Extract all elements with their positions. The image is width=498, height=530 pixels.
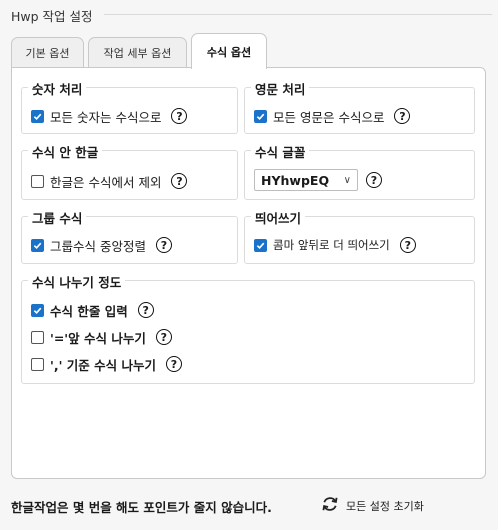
- group-title: 띄어쓰기: [251, 208, 306, 227]
- option-row: 그룹수식 중앙정렬 ?: [31, 235, 172, 255]
- help-icon[interactable]: ?: [165, 356, 182, 372]
- group-title: 숫자 처리: [28, 79, 87, 98]
- equation-font-select[interactable]: HYhwpEQ ∨: [254, 169, 358, 191]
- selected-font: HYhwpEQ: [261, 172, 330, 188]
- group-title: 수식 안 한글: [28, 142, 103, 161]
- help-icon[interactable]: ?: [137, 302, 154, 318]
- tab-basic-options[interactable]: 기본 옵션: [11, 37, 84, 68]
- option-row: 모든 숫자는 수식으로 ?: [31, 106, 188, 126]
- option-label: 한글은 수식에서 제외: [50, 174, 162, 190]
- group-title: 수식 나누기 정도: [28, 272, 126, 291]
- option-label: 그룹수식 중앙정렬: [50, 238, 146, 254]
- option-label: 콤마 앞뒤로 더 띄어쓰기: [273, 238, 390, 252]
- exclude-korean-checkbox[interactable]: [31, 174, 44, 188]
- refresh-icon: [320, 494, 340, 518]
- tab-equation-options[interactable]: 수식 옵션: [191, 33, 267, 69]
- option-row: 한글은 수식에서 제외 ?: [31, 171, 188, 191]
- frame-divider: [104, 14, 492, 15]
- comma-spacing-checkbox[interactable]: [254, 238, 267, 252]
- group-equation-font: 수식 글꼴 HYhwpEQ ∨ ?: [244, 142, 475, 200]
- option-label: '='앞 수식 나누기: [50, 330, 146, 346]
- option-label: 모든 숫자는 수식으로: [50, 109, 162, 125]
- split-before-equals-checkbox[interactable]: [31, 330, 44, 344]
- option-row: 수식 한줄 입력 ?: [31, 300, 154, 320]
- group-korean-in-equation: 수식 안 한글 한글은 수식에서 제외 ?: [21, 142, 238, 200]
- group-title: 수식 글꼴: [251, 142, 310, 161]
- option-label: 수식 한줄 입력: [50, 303, 128, 319]
- all-english-as-equation-checkbox[interactable]: [254, 109, 267, 123]
- option-row: HYhwpEQ ∨ ?: [254, 169, 382, 191]
- help-icon[interactable]: ?: [155, 329, 172, 345]
- option-row: '='앞 수식 나누기 ?: [31, 327, 172, 347]
- chevron-down-icon: ∨: [343, 174, 351, 186]
- option-row: 콤마 앞뒤로 더 띄어쓰기 ?: [254, 235, 416, 255]
- single-line-input-checkbox[interactable]: [31, 303, 44, 317]
- group-group-equation: 그룹 수식 그룹수식 중앙정렬 ?: [21, 208, 238, 264]
- reset-all-settings-button[interactable]: 모든 설정 초기화: [320, 495, 424, 517]
- option-label: ',' 기준 수식 나누기: [50, 357, 156, 373]
- help-icon[interactable]: ?: [155, 237, 172, 253]
- help-icon[interactable]: ?: [171, 173, 188, 189]
- group-spacing: 띄어쓰기 콤마 앞뒤로 더 띄어쓰기 ?: [244, 208, 475, 264]
- group-number-processing: 숫자 처리 모든 숫자는 수식으로 ?: [21, 79, 238, 134]
- option-row: ',' 기준 수식 나누기 ?: [31, 354, 182, 374]
- help-icon[interactable]: ?: [171, 108, 188, 124]
- equation-options-panel: 숫자 처리 모든 숫자는 수식으로 ? 영문 처리 모든 영문은 수식으로 ? …: [11, 67, 486, 479]
- help-icon[interactable]: ?: [366, 172, 382, 188]
- option-label: 모든 영문은 수식으로: [273, 109, 385, 125]
- tab-detail-options[interactable]: 작업 세부 옵션: [88, 37, 187, 68]
- reset-label: 모든 설정 초기화: [346, 500, 424, 513]
- group-english-processing: 영문 처리 모든 영문은 수식으로 ?: [244, 79, 475, 134]
- group-title: 영문 처리: [251, 79, 310, 98]
- settings-frame-title: Hwp 작업 설정: [11, 6, 97, 25]
- option-row: 모든 영문은 수식으로 ?: [254, 106, 411, 126]
- all-numbers-as-equation-checkbox[interactable]: [31, 109, 44, 123]
- group-equation-split: 수식 나누기 정도 수식 한줄 입력 ? '='앞 수식 나누기 ? ',' 기…: [21, 272, 475, 384]
- help-icon[interactable]: ?: [394, 108, 411, 124]
- group-equation-center-checkbox[interactable]: [31, 238, 44, 252]
- footer-message: 한글작업은 몇 번을 해도 포인트가 줄지 않습니다.: [11, 500, 272, 515]
- split-by-comma-checkbox[interactable]: [31, 357, 44, 371]
- help-icon[interactable]: ?: [399, 237, 416, 253]
- group-title: 그룹 수식: [28, 208, 87, 227]
